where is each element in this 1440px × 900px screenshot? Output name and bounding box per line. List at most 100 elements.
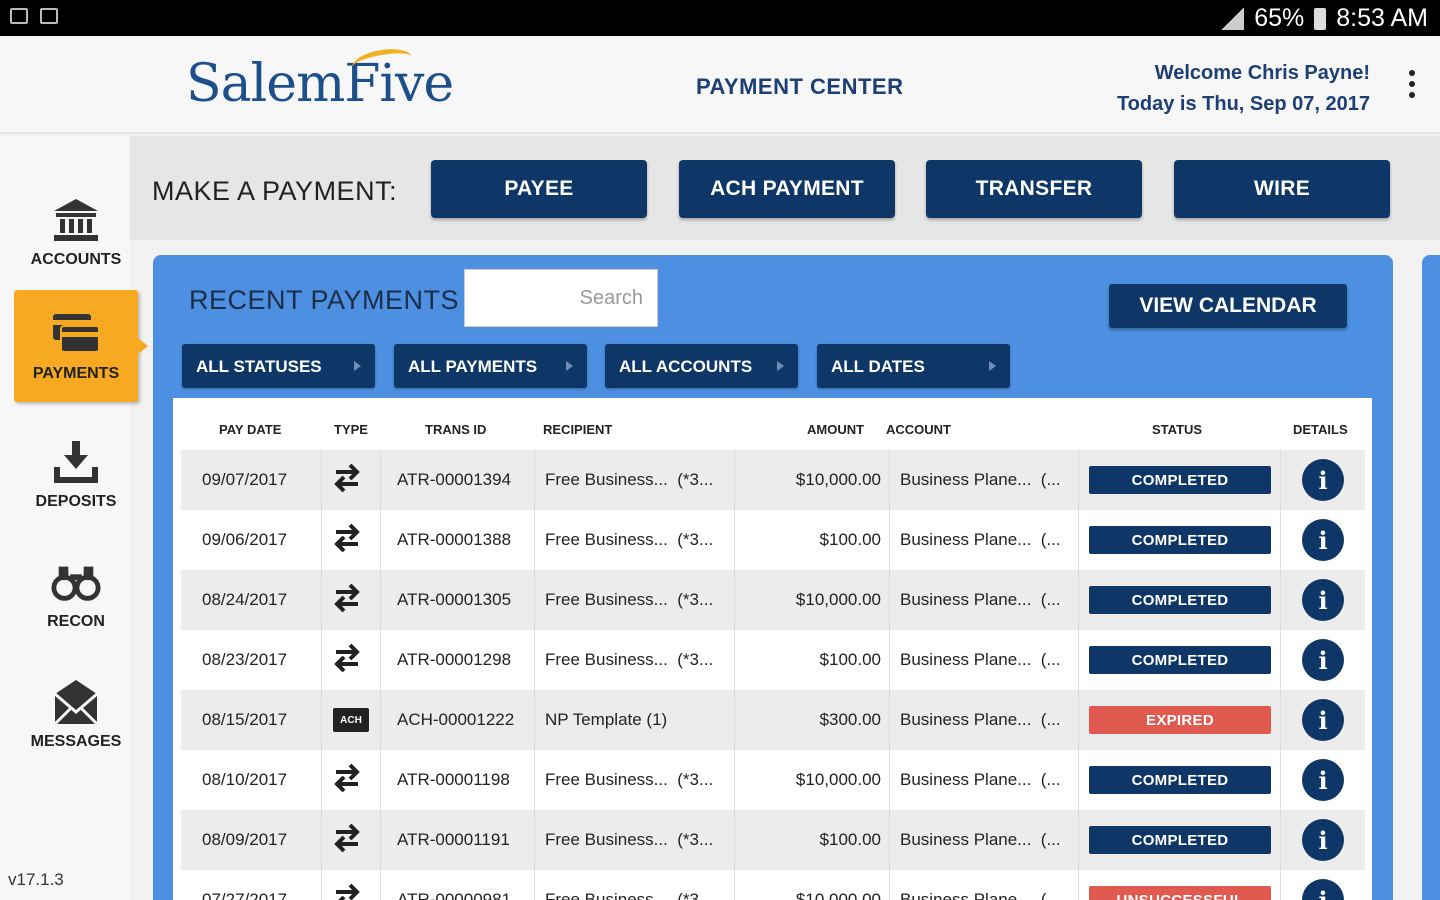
sidebar-item-accounts[interactable]: ACCOUNTS xyxy=(14,176,138,288)
date-cell: 08/15/2017 xyxy=(181,690,322,750)
table-row[interactable]: 09/07/2017 ATR-00001394 Free Business... (… xyxy=(181,450,1365,510)
account-text: Business Plane... (... xyxy=(900,470,1061,489)
app-header: SalemFive PAYMENT CENTER Welcome Chris P… xyxy=(0,36,1440,134)
account-cell: Business Plane... (... xyxy=(890,750,1079,810)
recipient-cell: Free Business... (*3... xyxy=(535,510,735,570)
sidebar-item-recon[interactable]: RECON xyxy=(14,538,138,650)
caret-right-icon xyxy=(354,361,361,371)
amount-cell: $100.00 xyxy=(735,630,890,690)
status-badge: COMPLETED xyxy=(1089,646,1271,674)
details-cell: i xyxy=(1281,810,1365,870)
info-icon[interactable]: i xyxy=(1302,579,1344,621)
status-badge: COMPLETED xyxy=(1089,466,1271,494)
status-cell: COMPLETED xyxy=(1079,630,1281,690)
date-text: 08/23/2017 xyxy=(202,650,288,669)
amount-text: $10,000.00 xyxy=(795,770,881,789)
caret-right-icon xyxy=(989,361,996,371)
wire-button[interactable]: WIRE xyxy=(1174,160,1390,218)
type-cell xyxy=(322,750,381,810)
details-cell: i xyxy=(1281,570,1365,630)
status-badge: COMPLETED xyxy=(1089,766,1271,794)
ach-payment-button[interactable]: ACH PAYMENT xyxy=(679,160,895,218)
filter-payments[interactable]: ALL PAYMENTS xyxy=(394,344,587,388)
table-row[interactable]: 08/09/2017 ATR-00001191 Free Business... (… xyxy=(181,810,1365,870)
filter-label: ALL DATES xyxy=(831,357,925,376)
date-cell: 08/09/2017 xyxy=(181,810,322,870)
account-text: Business Plane... (... xyxy=(900,530,1061,549)
details-cell: i xyxy=(1281,510,1365,570)
account-text: Business Plane... (... xyxy=(900,650,1061,669)
table-row[interactable]: 08/15/2017 ACH ACH-00001222 NP Template (1)… xyxy=(181,690,1365,750)
overflow-menu-icon[interactable] xyxy=(1408,70,1416,98)
account-cell: Business Plane... (... xyxy=(890,510,1079,570)
sidebar-item-deposits[interactable]: DEPOSITS xyxy=(14,418,138,530)
status-cell: COMPLETED xyxy=(1079,810,1281,870)
account-text: Business Plane... (... xyxy=(900,710,1061,729)
col-trans-id: TRANS ID xyxy=(425,422,487,437)
status-badge: UNSUCCESSFUL xyxy=(1089,886,1271,900)
sidebar-item-messages[interactable]: MESSAGES xyxy=(14,658,138,770)
status-badge: COMPLETED xyxy=(1089,586,1271,614)
sidebar: ACCOUNTS PAYMENTS DEPOSITS RECON MESSAGE… xyxy=(0,136,148,900)
amount-cell: $10,000.00 xyxy=(735,570,890,630)
view-calendar-button[interactable]: VIEW CALENDAR xyxy=(1109,284,1347,328)
transfer-arrows-icon xyxy=(332,760,362,801)
amount-text: $100.00 xyxy=(819,530,881,549)
recipient-cell: Free Business... (*3... xyxy=(535,750,735,810)
recipient-text: Free Business... (*3... xyxy=(545,770,714,789)
col-type: TYPE xyxy=(334,422,368,437)
date-text: 08/15/2017 xyxy=(202,710,288,729)
status-cell: COMPLETED xyxy=(1079,450,1281,510)
details-cell: i xyxy=(1281,690,1365,750)
search-input[interactable]: Search xyxy=(464,269,658,327)
info-icon[interactable]: i xyxy=(1302,459,1344,501)
binoculars-icon xyxy=(51,557,101,607)
transfer-button[interactable]: TRANSFER xyxy=(926,160,1142,218)
table-row[interactable]: 08/24/2017 ATR-00001305 Free Business... (… xyxy=(181,570,1365,630)
filter-label: ALL STATUSES xyxy=(196,357,322,376)
welcome-text: Welcome Chris Payne! xyxy=(1154,62,1370,84)
recipient-text: Free Business... (*3... xyxy=(545,890,714,900)
info-icon[interactable]: i xyxy=(1302,699,1344,741)
table-row[interactable]: 09/06/2017 ATR-00001388 Free Business... (… xyxy=(181,510,1365,570)
today-date: Today is Thu, Sep 07, 2017 xyxy=(1116,93,1370,115)
filter-statuses[interactable]: ALL STATUSES xyxy=(182,344,375,388)
status-cell: UNSUCCESSFUL xyxy=(1079,870,1281,900)
info-icon[interactable]: i xyxy=(1302,519,1344,561)
amount-text: $10,000.00 xyxy=(795,890,881,900)
payments-table: PAY DATE TYPE TRANS ID RECIPIENT AMOUNT … xyxy=(173,398,1372,900)
table-row[interactable]: 08/23/2017 ATR-00001298 Free Business... (… xyxy=(181,630,1365,690)
recent-payments-title: RECENT PAYMENTS xyxy=(189,285,460,315)
status-cell: EXPIRED xyxy=(1079,690,1281,750)
col-status: STATUS xyxy=(1152,422,1203,437)
id-cell: ATR-00001394 xyxy=(381,450,535,510)
recipient-cell: Free Business... (*3... xyxy=(535,810,735,870)
details-cell: i xyxy=(1281,630,1365,690)
filter-accounts[interactable]: ALL ACCOUNTS xyxy=(605,344,798,388)
payee-button[interactable]: PAYEE xyxy=(431,160,647,218)
transfer-arrows-icon xyxy=(332,520,362,561)
filter-dates[interactable]: ALL DATES xyxy=(817,344,1010,388)
table-row[interactable]: 07/27/2017 ATR-00000981 Free Business... (… xyxy=(181,870,1365,900)
account-text: Business Plane... (... xyxy=(900,890,1061,900)
id-cell: ATR-00001198 xyxy=(381,750,535,810)
amount-cell: $300.00 xyxy=(735,690,890,750)
status-cell: COMPLETED xyxy=(1079,750,1281,810)
amount-cell: $100.00 xyxy=(735,810,890,870)
sidebar-item-payments[interactable]: PAYMENTS xyxy=(14,290,148,402)
info-icon[interactable]: i xyxy=(1302,759,1344,801)
notification-icons xyxy=(10,8,58,24)
transfer-arrows-icon xyxy=(332,460,362,501)
details-cell: i xyxy=(1281,750,1365,810)
info-icon[interactable]: i xyxy=(1302,819,1344,861)
transfer-arrows-icon xyxy=(332,640,362,681)
date-text: 09/07/2017 xyxy=(202,470,288,489)
table-row[interactable]: 08/10/2017 ATR-00001198 Free Business... (… xyxy=(181,750,1365,810)
amount-text: $10,000.00 xyxy=(795,470,881,489)
account-cell: Business Plane... (... xyxy=(890,810,1079,870)
info-icon[interactable]: i xyxy=(1302,639,1344,681)
type-cell xyxy=(322,450,381,510)
date-text: 07/27/2017 xyxy=(202,890,288,900)
info-icon[interactable]: i xyxy=(1302,879,1344,900)
recipient-text: Free Business... (*3... xyxy=(545,650,714,669)
